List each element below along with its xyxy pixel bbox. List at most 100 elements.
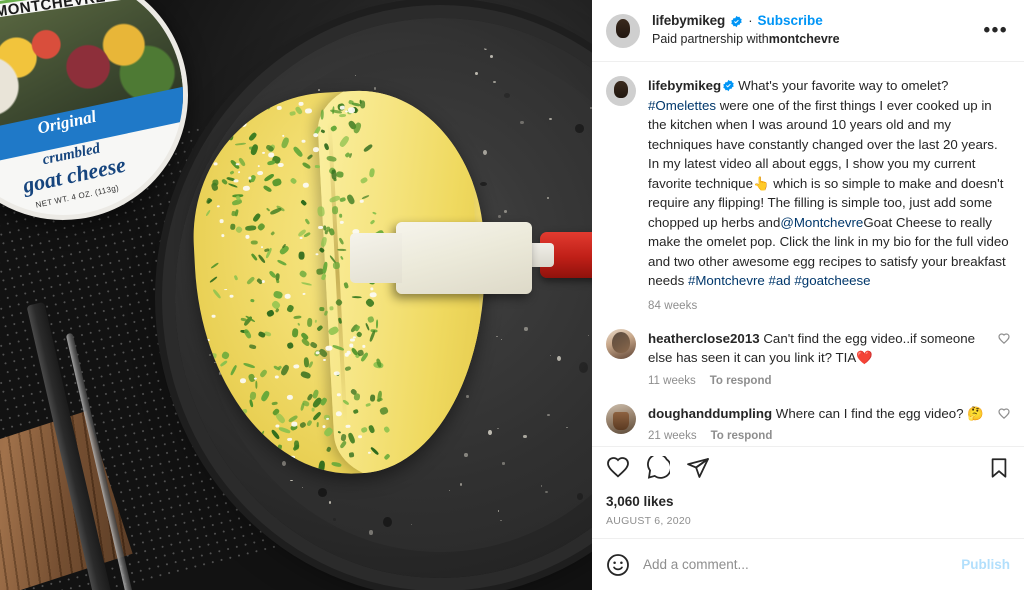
caption-hashtag-ad[interactable]: #ad (769, 273, 791, 288)
pan-cheese-speck (315, 63, 319, 66)
herb-piece (293, 314, 302, 319)
goat-cheese-crumble (298, 101, 304, 107)
caption-text: lifebymikeg What's your favorite way to o… (648, 76, 1010, 291)
paid-partnership-label: Paid partnership withmontchevre (652, 32, 982, 48)
herb-piece (329, 305, 334, 311)
caption-timestamp: 84 weeks (648, 299, 698, 312)
comments-scroll-area[interactable]: lifebymikeg What's your favorite way to o… (592, 62, 1024, 446)
comment-text: heatherclose2013 Can't find the egg vide… (648, 329, 990, 368)
pan-cheese-speck (550, 355, 552, 356)
herb-piece (250, 240, 258, 246)
paid-partner-name[interactable]: montchevre (769, 32, 840, 46)
herb-piece (212, 179, 219, 186)
goat-cheese-crumble (257, 170, 264, 176)
likes-count[interactable]: 3,060 likes (606, 494, 1010, 509)
heart-outline-icon (998, 333, 1010, 344)
pan-cheese-speck (354, 74, 356, 76)
comment-button[interactable] (646, 453, 672, 485)
comment-respond-button[interactable]: To respond (711, 430, 773, 442)
herb-piece (262, 185, 272, 194)
herb-piece (212, 289, 222, 300)
herb-piece (300, 370, 312, 380)
comment-like-button[interactable] (990, 329, 1010, 350)
share-button[interactable] (686, 456, 710, 485)
comment-bubble-icon (647, 453, 672, 479)
comment-like-button[interactable] (990, 404, 1010, 425)
post-image[interactable]: MONTCHEVRE Original ✺ crumbled goat chee… (0, 0, 592, 590)
goat-cheese-crumble (257, 164, 260, 167)
goat-cheese-crumble (291, 421, 298, 427)
herb-piece (286, 304, 295, 313)
pan-cheese-speck (541, 485, 543, 487)
herb-piece (332, 205, 339, 214)
herb-piece (267, 160, 276, 166)
pan-oil-droplet (290, 506, 302, 519)
herb-piece (255, 380, 258, 389)
pan-cheese-speck (484, 45, 488, 51)
caption-hashtag-goatcheese[interactable]: #goatcheese (794, 273, 870, 288)
herb-piece (210, 352, 217, 358)
herb-piece (325, 445, 332, 453)
pan-cheese-speck (213, 443, 215, 445)
pan-oil-droplet (503, 92, 511, 98)
caption-username[interactable]: lifebymikeg (648, 78, 721, 93)
pan-cheese-speck (496, 335, 498, 337)
herb-piece (198, 106, 202, 109)
pan-cheese-speck (411, 524, 413, 526)
goat-cheese-crumble (262, 151, 266, 155)
comment-username[interactable]: heatherclose2013 (648, 331, 760, 346)
goat-cheese-crumble (240, 378, 247, 384)
save-button[interactable] (988, 457, 1010, 484)
herb-piece (338, 213, 343, 218)
avatar[interactable] (606, 403, 636, 434)
subscribe-button[interactable]: Subscribe (758, 13, 823, 29)
action-icons-row (606, 453, 1010, 485)
comment-respond-button[interactable]: To respond (710, 375, 772, 387)
goat-cheese-crumble (261, 245, 264, 248)
avatar[interactable] (606, 76, 636, 106)
post-author-username[interactable]: lifebymikeg (652, 13, 725, 29)
goat-cheese-crumble (261, 280, 265, 284)
pan-cheese-speck (546, 413, 550, 417)
herb-piece (280, 136, 291, 150)
pan-oil-droplet (576, 493, 584, 500)
goat-cheese-crumble (315, 253, 319, 256)
goat-cheese-crumble (299, 236, 303, 239)
pan-oil-droplet (203, 399, 212, 406)
herb-piece (274, 411, 287, 425)
goat-cheese-crumble (359, 199, 364, 203)
herb-piece (251, 252, 258, 261)
goat-cheese-crumble (233, 178, 239, 183)
herb-piece (297, 269, 308, 279)
header-text: lifebymikeg · Subscribe Paid partnership… (652, 13, 982, 48)
comment-username[interactable]: doughanddumpling (648, 406, 772, 421)
caption-emoji-point-up: 👆 (752, 175, 770, 191)
herb-piece (313, 319, 317, 324)
like-button[interactable] (606, 456, 630, 485)
herb-piece (301, 281, 313, 286)
avatar[interactable] (606, 13, 640, 48)
herb-piece (248, 344, 257, 350)
goat-cheese-crumble (216, 204, 221, 208)
pan-cheese-speck (449, 490, 451, 491)
comment-meta: 21 weeks To respond (648, 430, 990, 442)
herb-piece (229, 170, 235, 175)
avatar[interactable] (606, 328, 636, 359)
goat-cheese-crumble (213, 161, 218, 166)
goat-cheese-crumble (240, 121, 248, 127)
herb-piece (270, 400, 278, 406)
pan-cheese-speck (205, 88, 210, 91)
goat-cheese-crumble (244, 235, 250, 240)
herb-piece (291, 328, 299, 338)
caption-hashtag-omelettes[interactable]: #Omelettes (648, 98, 716, 113)
emoji-picker-button[interactable] (606, 553, 630, 577)
herb-piece (322, 426, 335, 439)
goat-cheese-crumble (290, 455, 295, 459)
publish-button[interactable]: Publish (951, 557, 1010, 572)
pan-cheese-speck (281, 460, 286, 467)
more-options-button[interactable]: ••• (982, 21, 1010, 40)
caption-hashtag-montchevre[interactable]: #Montchevre (688, 273, 765, 288)
add-comment-bar: Publish (592, 538, 1024, 590)
caption-mention-montchevre[interactable]: @Montchevre (780, 215, 863, 230)
add-comment-input[interactable] (643, 557, 952, 572)
